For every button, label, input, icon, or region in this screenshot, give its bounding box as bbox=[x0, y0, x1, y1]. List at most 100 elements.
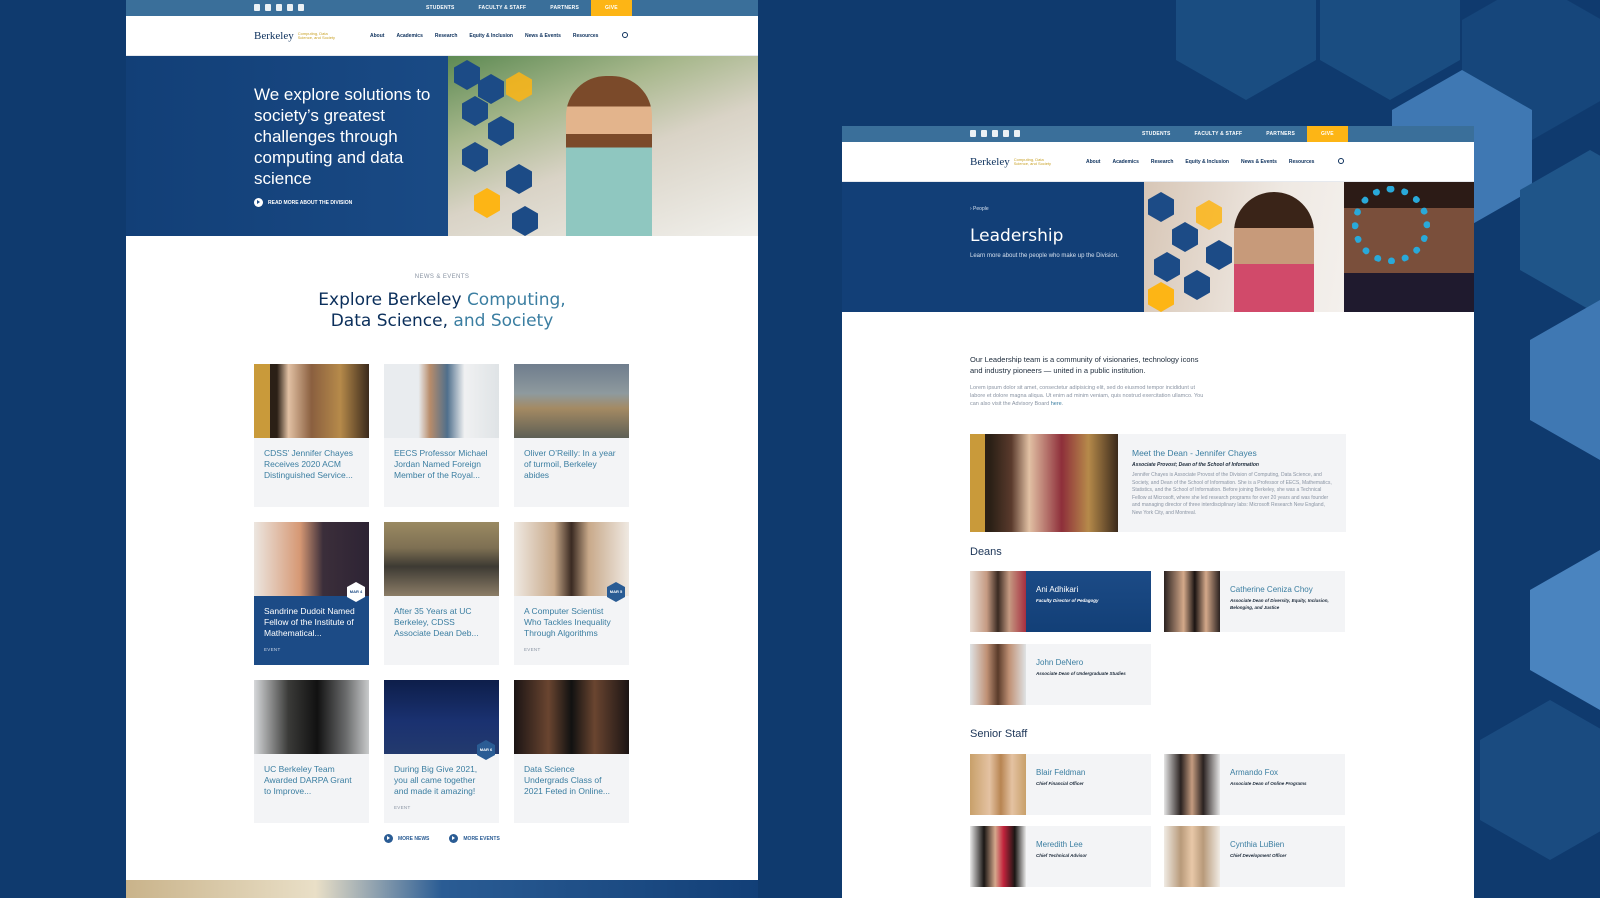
nav-resources[interactable]: Resources bbox=[573, 33, 599, 39]
nav-research[interactable]: Research bbox=[1151, 159, 1174, 165]
arrow-circle-icon bbox=[384, 834, 393, 843]
berkeley-logo[interactable]: Berkeley Computing, Data Science, and So… bbox=[254, 30, 336, 42]
nav-menu: About Academics Research Equity & Inclus… bbox=[370, 33, 598, 39]
give-button[interactable]: GIVE bbox=[591, 0, 632, 16]
nav-about[interactable]: About bbox=[1086, 159, 1100, 165]
person-card[interactable]: Blair Feldman Chief Financial Officer bbox=[970, 754, 1151, 815]
social-links bbox=[254, 4, 304, 11]
nav-research[interactable]: Research bbox=[435, 33, 458, 39]
facebook-icon[interactable] bbox=[254, 4, 260, 11]
person-photo bbox=[970, 571, 1026, 632]
leadership-page-screenshot: STUDENTS FACULTY & STAFF PARTNERS GIVE B… bbox=[842, 126, 1474, 898]
facebook-icon[interactable] bbox=[970, 130, 976, 137]
dean-name[interactable]: Meet the Dean - Jennifer Chayes bbox=[1132, 448, 1257, 458]
dean-feature-card[interactable]: Meet the Dean - Jennifer Chayes Associat… bbox=[970, 434, 1346, 532]
read-more-link[interactable]: READ MORE ABOUT THE DIVISION bbox=[254, 198, 352, 207]
news-card[interactable]: CDSS’ Jennifer Chayes Receives 2020 ACM … bbox=[254, 364, 369, 507]
title-highlight: and bbox=[448, 311, 491, 331]
social-links bbox=[970, 130, 1020, 137]
hex-pattern bbox=[462, 142, 488, 172]
page-title: Leadership bbox=[970, 226, 1064, 246]
student-figure bbox=[566, 76, 652, 236]
partners-link[interactable]: PARTNERS bbox=[1254, 126, 1307, 142]
person-card[interactable]: Meredith Lee Chief Technical Advisor bbox=[970, 826, 1151, 887]
youtube-icon[interactable] bbox=[1003, 130, 1009, 137]
berkeley-logo[interactable]: Berkeley Computing, Data Science, and So… bbox=[970, 156, 1052, 168]
hex-pattern bbox=[512, 206, 538, 236]
utility-bar: STUDENTS FACULTY & STAFF PARTNERS GIVE bbox=[126, 0, 758, 16]
nav-news-events[interactable]: News & Events bbox=[1241, 159, 1277, 165]
news-card-title: Data Science Undergrads Class of 2021 Fe… bbox=[524, 764, 611, 796]
person-card[interactable]: Ani Adhikari Faculty Director of Pedagog… bbox=[970, 571, 1151, 632]
background-hexagon bbox=[1176, 0, 1316, 100]
news-card-title: EECS Professor Michael Jordan Named Fore… bbox=[394, 448, 488, 480]
person-card[interactable]: Cynthia LuBien Chief Development Officer bbox=[1164, 826, 1345, 887]
news-card-title: After 35 Years at UC Berkeley, CDSS Asso… bbox=[394, 606, 479, 638]
students-link[interactable]: STUDENTS bbox=[414, 0, 467, 16]
nav-equity[interactable]: Equity & Inclusion bbox=[469, 33, 513, 39]
give-button[interactable]: GIVE bbox=[1307, 126, 1348, 142]
news-card[interactable]: Data Science Undergrads Class of 2021 Fe… bbox=[514, 680, 629, 823]
background-hexagon bbox=[1480, 700, 1600, 860]
page-subtitle: Learn more about the people who make up … bbox=[970, 253, 1119, 259]
news-card-title: UC Berkeley Team Awarded DARPA Grant to … bbox=[264, 764, 352, 796]
nav-news-events[interactable]: News & Events bbox=[525, 33, 561, 39]
hex-pattern bbox=[506, 72, 532, 102]
main-nav: Berkeley Computing, Data Science, and So… bbox=[842, 142, 1474, 182]
arrow-circle-icon bbox=[254, 198, 263, 207]
dean-bio: Jennifer Chayes is Associate Provost of … bbox=[1132, 472, 1332, 516]
search-icon[interactable] bbox=[622, 32, 628, 38]
person-title: Associate Dean of Undergraduate Studies bbox=[1036, 671, 1126, 676]
nav-about[interactable]: About bbox=[370, 33, 384, 39]
more-events-link[interactable]: MORE EVENTS bbox=[449, 834, 500, 843]
news-card[interactable]: MAR 4 Sandrine Dudoit Named Fellow of th… bbox=[254, 522, 369, 665]
news-card[interactable]: UC Berkeley Team Awarded DARPA Grant to … bbox=[254, 680, 369, 823]
background-hexagon bbox=[1520, 150, 1600, 310]
person-card[interactable]: Armando Fox Associate Dean of Online Pro… bbox=[1164, 754, 1345, 815]
news-card-image: MAR 4 bbox=[254, 522, 369, 602]
nav-academics[interactable]: Academics bbox=[1112, 159, 1138, 165]
news-card[interactable]: MAR 6 During Big Give 2021, you all came… bbox=[384, 680, 499, 823]
nav-academics[interactable]: Academics bbox=[396, 33, 422, 39]
news-card-title: Sandrine Dudoit Named Fellow of the Inst… bbox=[264, 606, 355, 638]
more-news-link[interactable]: MORE NEWS bbox=[384, 834, 429, 843]
person-card[interactable]: Catherine Ceniza Choy Associate Dean of … bbox=[1164, 571, 1345, 632]
faculty-staff-link[interactable]: FACULTY & STAFF bbox=[467, 0, 539, 16]
news-card[interactable]: MAR 5 A Computer Scientist Who Tackles I… bbox=[514, 522, 629, 665]
instagram-icon[interactable] bbox=[298, 4, 304, 11]
news-card-image bbox=[514, 364, 629, 438]
hex-pattern bbox=[1196, 200, 1222, 230]
nav-equity[interactable]: Equity & Inclusion bbox=[1185, 159, 1229, 165]
linkedin-icon[interactable] bbox=[276, 4, 282, 11]
person-title: Faculty Director of Pedagogy bbox=[1036, 598, 1099, 603]
breadcrumb[interactable]: › People bbox=[970, 206, 989, 212]
hex-pattern bbox=[506, 164, 532, 194]
twitter-icon[interactable] bbox=[265, 4, 271, 11]
students-link[interactable]: STUDENTS bbox=[1130, 126, 1183, 142]
hex-pattern bbox=[488, 116, 514, 146]
advisory-board-link[interactable]: here bbox=[1051, 401, 1062, 407]
partners-link[interactable]: PARTNERS bbox=[538, 0, 591, 16]
news-grid: CDSS’ Jennifer Chayes Receives 2020 ACM … bbox=[254, 364, 629, 823]
news-card[interactable]: EECS Professor Michael Jordan Named Fore… bbox=[384, 364, 499, 507]
news-card[interactable]: Oliver O’Reilly: In a year of turmoil, B… bbox=[514, 364, 629, 507]
linkedin-icon[interactable] bbox=[992, 130, 998, 137]
twitter-icon[interactable] bbox=[981, 130, 987, 137]
instagram-icon[interactable] bbox=[1014, 130, 1020, 137]
hex-pattern bbox=[478, 74, 504, 104]
nav-resources[interactable]: Resources bbox=[1289, 159, 1315, 165]
news-card[interactable]: After 35 Years at UC Berkeley, CDSS Asso… bbox=[384, 522, 499, 665]
news-card-image bbox=[514, 680, 629, 754]
news-card-image: MAR 6 bbox=[384, 680, 499, 760]
more-news-label: MORE NEWS bbox=[398, 835, 430, 842]
search-icon[interactable] bbox=[1338, 158, 1344, 164]
youtube-icon[interactable] bbox=[287, 4, 293, 11]
title-highlight: Computing, bbox=[466, 290, 566, 310]
more-links: MORE NEWS MORE EVENTS bbox=[384, 834, 500, 843]
person-title: Chief Development Officer bbox=[1230, 853, 1287, 858]
faculty-staff-link[interactable]: FACULTY & STAFF bbox=[1183, 126, 1255, 142]
home-hero: We explore solutions to society’s greate… bbox=[126, 56, 758, 236]
dean-photo bbox=[970, 434, 1118, 532]
homepage-screenshot: STUDENTS FACULTY & STAFF PARTNERS GIVE B… bbox=[126, 0, 758, 898]
person-card[interactable]: John DeNero Associate Dean of Undergradu… bbox=[970, 644, 1151, 705]
